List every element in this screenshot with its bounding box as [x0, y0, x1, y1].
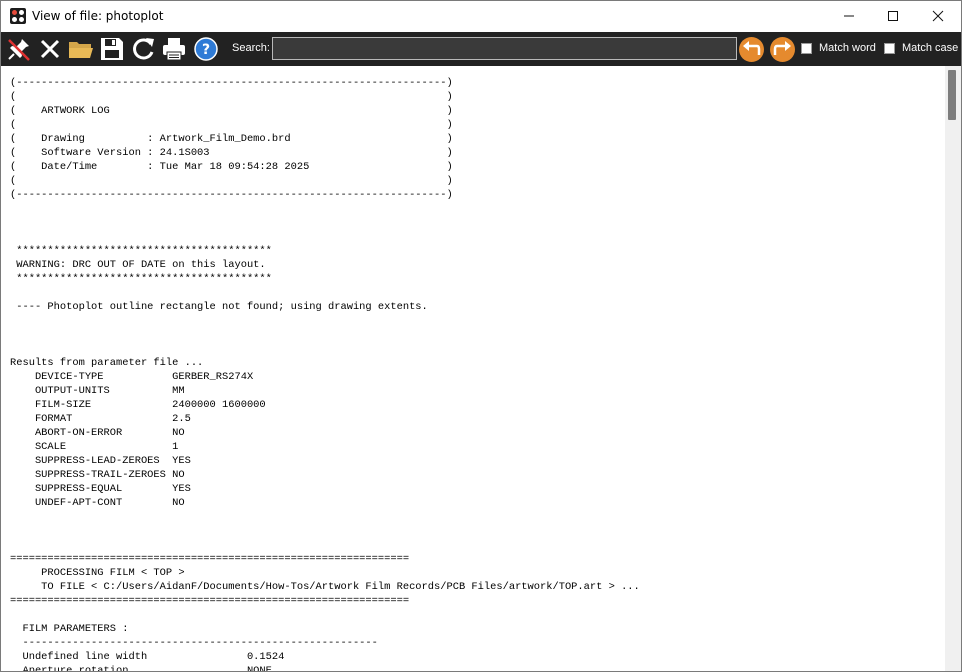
arrow-forward-icon [773, 41, 791, 55]
search-input[interactable] [272, 37, 737, 60]
maximize-button[interactable] [870, 1, 916, 32]
match-word-label: Match word [819, 42, 876, 54]
log-line: FILM-SIZE 2400000 1600000 [10, 399, 266, 411]
log-line: ABORT-ON-ERROR NO [10, 427, 185, 439]
toolbar: ? Search: Match word Match case [1, 32, 961, 66]
artwork-log-text: (---------------------------------------… [10, 76, 640, 672]
log-line: OUTPUT-UNITS MM [10, 385, 185, 397]
minimize-button[interactable] [826, 1, 872, 32]
log-line: PROCESSING FILM < TOP > [10, 567, 185, 579]
window-title: View of file: photoplot [32, 9, 164, 23]
log-line: DEVICE-TYPE GERBER_RS274X [10, 371, 254, 383]
print-button[interactable] [160, 35, 188, 63]
scrollbar-thumb[interactable] [948, 70, 956, 120]
find-next-button[interactable] [770, 37, 795, 62]
log-line: SUPPRESS-LEAD-ZEROES YES [10, 455, 191, 467]
log-line: ****************************************… [10, 273, 272, 285]
log-line: FORMAT 2.5 [10, 413, 191, 425]
log-line: ( Date/Time : Tue Mar 18 09:54:28 2025 ) [10, 161, 453, 173]
log-line: Results from parameter file ... [10, 357, 204, 369]
folder-open-icon [69, 42, 93, 58]
log-line: SUPPRESS-TRAIL-ZEROES NO [10, 469, 185, 481]
refresh-button[interactable] [129, 35, 157, 63]
log-line: ( Software Version : 24.1S003 ) [10, 147, 453, 159]
log-line: ---- Photoplot outline rectangle not fou… [10, 301, 428, 313]
help-icon: ? [194, 37, 218, 61]
log-line: ( ) [10, 119, 453, 131]
title-bar: View of file: photoplot [1, 1, 961, 32]
match-case-checkbox[interactable] [884, 43, 895, 54]
pin-off-icon [8, 39, 30, 61]
log-line: UNDEF-APT-CONT NO [10, 497, 185, 509]
log-line: ( ) [10, 175, 453, 187]
log-line: (---------------------------------------… [10, 77, 453, 89]
close-window-button[interactable] [915, 1, 961, 32]
match-case-label: Match case [902, 42, 959, 54]
log-content-area[interactable]: (---------------------------------------… [1, 66, 945, 672]
close-file-button[interactable] [36, 35, 64, 63]
arrow-back-icon [743, 41, 761, 55]
log-line: ========================================… [10, 595, 410, 607]
log-line: FILM PARAMETERS : [10, 623, 129, 635]
file-viewer-window: View of file: photoplot ? Search: Match … [0, 0, 962, 672]
log-line: ( ) [10, 91, 453, 103]
svg-text:?: ? [202, 42, 210, 58]
refresh-icon [133, 38, 154, 60]
log-line: ----------------------------------------… [10, 637, 378, 649]
vertical-scrollbar[interactable] [945, 66, 961, 671]
log-line: WARNING: DRC OUT OF DATE on this layout. [10, 259, 266, 271]
close-icon [40, 39, 60, 59]
save-icon [101, 38, 123, 60]
log-line: ( ARTWORK LOG ) [10, 105, 453, 117]
save-button[interactable] [98, 35, 126, 63]
print-icon [163, 38, 185, 61]
unpin-button[interactable] [5, 35, 33, 63]
help-button[interactable]: ? [192, 35, 220, 63]
log-line: TO FILE < C:/Users/AidanF/Documents/How-… [10, 581, 640, 593]
log-line: Aperture rotation NONE [10, 665, 272, 672]
match-word-checkbox[interactable] [801, 43, 812, 54]
log-line: ****************************************… [10, 245, 272, 257]
find-previous-button[interactable] [739, 37, 764, 62]
open-file-button[interactable] [67, 35, 95, 63]
app-icon [10, 8, 26, 24]
log-line: (---------------------------------------… [10, 189, 453, 201]
log-line: SUPPRESS-EQUAL YES [10, 483, 191, 495]
log-line: Undefined line width 0.1524 [10, 651, 285, 663]
log-line: ========================================… [10, 553, 410, 565]
search-label: Search: [232, 42, 270, 54]
log-line: ( Drawing : Artwork_Film_Demo.brd ) [10, 133, 453, 145]
log-line: SCALE 1 [10, 441, 179, 453]
